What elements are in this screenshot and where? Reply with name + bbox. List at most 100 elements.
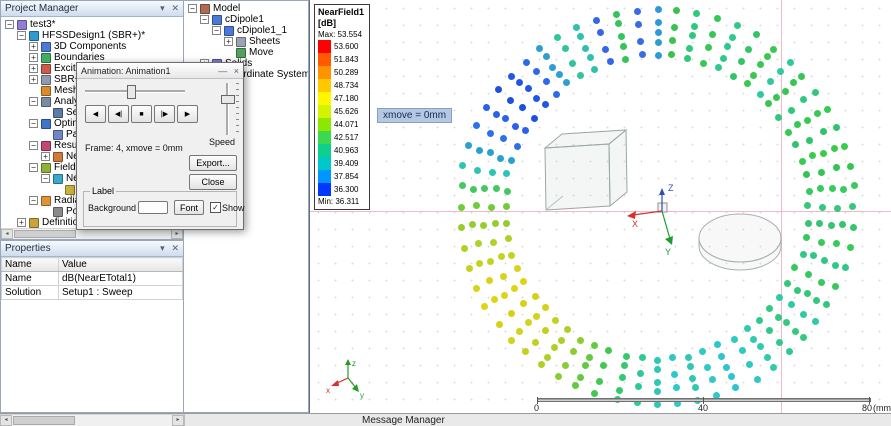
component-icon <box>212 15 222 25</box>
field-dot <box>514 265 521 272</box>
expand-icon[interactable]: + <box>17 218 26 227</box>
field-dot <box>732 384 739 391</box>
field-dot <box>533 313 540 320</box>
field-dot <box>503 203 510 210</box>
collapse-icon[interactable]: − <box>29 196 38 205</box>
properties-row[interactable]: NamedB(NearETotal1) <box>2 272 183 286</box>
collapse-icon[interactable]: − <box>29 163 38 172</box>
speed-slider-track[interactable] <box>226 83 229 135</box>
panel-close-icon[interactable]: ✕ <box>171 243 179 253</box>
scroll-right-icon[interactable]: ▸ <box>171 229 183 239</box>
field-dot <box>587 54 594 61</box>
field-dot <box>465 142 472 149</box>
collapse-icon[interactable]: − <box>200 15 209 24</box>
field-dot <box>754 376 761 383</box>
field-dot <box>491 296 498 303</box>
field-dot <box>538 361 545 368</box>
y-axis-label: Y <box>665 247 671 257</box>
field-dot <box>700 60 707 67</box>
play-reverse-button[interactable]: ◀ <box>85 105 106 123</box>
collapse-icon[interactable]: − <box>188 4 197 13</box>
panel-close-icon[interactable]: ✕ <box>171 3 179 13</box>
viewport[interactable]: X Y Z z x y Ne <box>309 0 891 413</box>
ruler-label-0: 0 <box>534 403 539 413</box>
field-dot <box>459 162 466 169</box>
properties-row[interactable]: SolutionSetup1 : Sweep <box>2 286 183 300</box>
collapse-icon[interactable]: − <box>5 20 14 29</box>
expand-icon[interactable]: + <box>29 75 38 84</box>
play-button[interactable]: ▶ <box>177 105 198 123</box>
tree-item-model[interactable]: −Model <box>186 3 308 14</box>
field-dot <box>655 52 662 59</box>
legend-value: 42.517 <box>334 133 358 142</box>
export-button[interactable]: Export... <box>189 155 237 171</box>
tree-item-3d-components[interactable]: +3D Components <box>3 41 183 52</box>
left-column-hscrollbar[interactable]: ◂ ▸ <box>0 414 185 426</box>
tree-item-label: 3D Components <box>54 41 126 52</box>
collapse-icon[interactable]: − <box>29 97 38 106</box>
expand-icon[interactable]: + <box>224 37 233 46</box>
legend-color-swatch <box>318 144 331 157</box>
field-dot <box>818 169 825 176</box>
expand-icon[interactable]: + <box>29 42 38 51</box>
scrollbar-thumb[interactable] <box>13 416 75 425</box>
dialog-minimize-icon[interactable]: — <box>218 66 227 76</box>
collapse-icon[interactable]: − <box>29 141 38 150</box>
scroll-right-icon[interactable]: ▸ <box>172 415 184 426</box>
field-dot <box>531 115 538 122</box>
collapse-icon[interactable]: − <box>29 119 38 128</box>
tree-item-test3[interactable]: −test3* <box>3 19 183 30</box>
properties-header[interactable]: Properties ▾ ✕ <box>1 241 183 257</box>
collapse-icon[interactable]: − <box>17 31 26 40</box>
field-dot <box>786 348 793 355</box>
tree-item-cdipole1-1[interactable]: −cDipole1_1 <box>186 25 308 36</box>
field-dot <box>746 361 753 368</box>
close-button[interactable]: Close <box>189 174 237 190</box>
field-dot <box>756 317 763 324</box>
scroll-left-icon[interactable]: ◂ <box>0 415 12 426</box>
field-dot <box>489 169 496 176</box>
speed-slider-thumb[interactable] <box>221 95 235 104</box>
collapse-icon[interactable]: − <box>212 26 221 35</box>
legend-min: Min: 36.311 <box>318 196 366 207</box>
tree-item-sheets[interactable]: +Sheets <box>186 36 308 47</box>
field-dot <box>498 253 505 260</box>
origin-axes: X Y Z <box>627 183 674 257</box>
dialog-close-icon[interactable]: × <box>234 66 239 76</box>
field-dot <box>824 106 831 113</box>
scrollbar-thumb[interactable] <box>14 230 76 238</box>
background-color-swatch[interactable] <box>138 201 168 214</box>
expand-icon[interactable]: + <box>29 64 38 73</box>
tree-item-cdipole1[interactable]: −cDipole1 <box>186 14 308 25</box>
collapse-icon[interactable]: − <box>41 174 50 183</box>
axis-line-horizontal <box>310 211 891 212</box>
font-button[interactable]: Font <box>174 200 204 215</box>
field-dot <box>492 220 499 227</box>
tree-item-hfssdesign1[interactable]: −HFSSDesign1 (SBR+)* <box>3 30 183 41</box>
legend-value: 37.854 <box>334 172 358 181</box>
field-dot <box>767 78 774 85</box>
show-checkbox[interactable]: ✓ <box>210 202 221 213</box>
dialog-title: Animation: Animation1 <box>81 66 171 76</box>
stop-button[interactable]: ■ <box>131 105 152 123</box>
scroll-left-icon[interactable]: ◂ <box>1 229 13 239</box>
field-dot <box>730 73 737 80</box>
frame-slider-thumb[interactable] <box>127 85 136 99</box>
project-icon <box>17 20 27 30</box>
project-manager-header[interactable]: Project Manager ▾ ✕ <box>1 1 183 17</box>
field-dot <box>554 34 561 41</box>
frame-slider[interactable] <box>85 83 185 99</box>
speed-slider[interactable] <box>219 83 235 135</box>
panel-menu-icon[interactable]: ▾ <box>160 3 165 13</box>
field-dot <box>803 234 810 241</box>
step-forward-button[interactable]: |▶ <box>154 105 175 123</box>
animation-dialog[interactable]: Animation: Animation1 — × ◀◀|■|▶▶ Speed … <box>76 62 244 230</box>
dialog-titlebar[interactable]: Animation: Animation1 — × <box>77 63 243 79</box>
field-dot <box>810 252 817 259</box>
step-back-button[interactable]: ◀| <box>108 105 129 123</box>
panel-menu-icon[interactable]: ▾ <box>160 243 165 253</box>
tree-item-move[interactable]: Move <box>186 47 308 58</box>
field-dot <box>804 290 811 297</box>
expand-icon[interactable]: + <box>41 152 50 161</box>
expand-icon[interactable]: + <box>29 53 38 62</box>
